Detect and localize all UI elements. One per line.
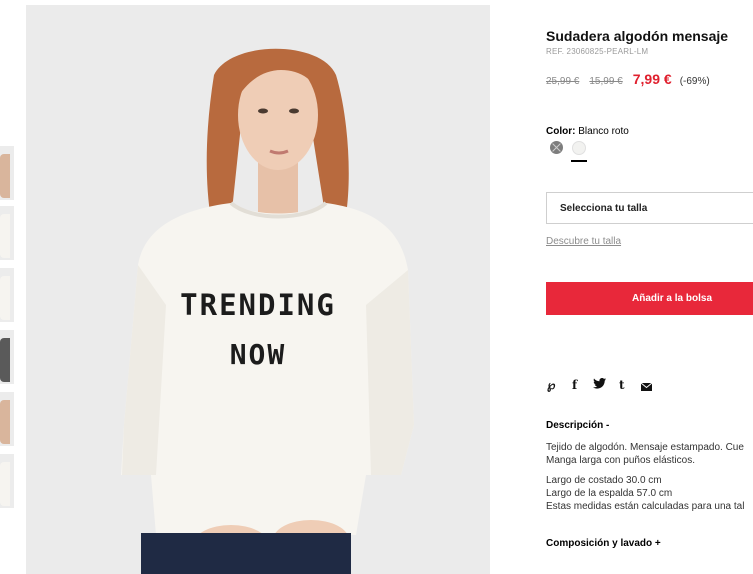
discount-badge: (-69%) <box>679 76 710 87</box>
thumbnail-figure <box>0 214 10 258</box>
thumbnail-figure <box>0 462 10 506</box>
description-heading[interactable]: Descripción - <box>546 420 609 431</box>
color-value: Blanco roto <box>578 126 629 137</box>
color-swatch-grey[interactable] <box>550 141 563 154</box>
color-label: Color: <box>546 126 576 137</box>
color-swatch-white[interactable] <box>572 141 586 155</box>
product-ref: REF. 23060825-PEARL-LM <box>546 47 649 56</box>
add-to-bag-label: Añadir a la bolsa <box>631 293 713 304</box>
twitter-glyph <box>593 378 606 389</box>
tumblr-icon[interactable]: t <box>619 378 625 392</box>
price-row: 25,99 € 15,99 € 7,99 € (-69%) <box>546 71 710 89</box>
email-icon[interactable] <box>640 380 653 394</box>
sweater-print-line1: TRENDING <box>180 288 336 322</box>
thumbnail-6[interactable] <box>0 454 14 508</box>
size-select-label: Selecciona tu talla <box>560 203 648 214</box>
size-select[interactable]: Selecciona tu talla <box>546 192 753 224</box>
measurements-text: Largo de costado 30.0 cm Largo de la esp… <box>546 474 744 513</box>
composition-heading[interactable]: Composición y lavado + <box>546 538 661 549</box>
email-glyph <box>640 382 653 391</box>
thumbnail-figure <box>0 154 10 198</box>
thumbnail-figure <box>0 338 10 382</box>
price-original: 25,99 € <box>546 76 580 87</box>
thumbnail-4[interactable] <box>0 330 14 384</box>
twitter-icon[interactable] <box>593 378 606 392</box>
facebook-icon[interactable]: f <box>572 378 577 392</box>
measure-line1: Largo de costado 30.0 cm <box>546 475 662 486</box>
add-to-bag-button[interactable]: Añadir a la bolsa <box>546 282 753 315</box>
thumbnail-3[interactable] <box>0 268 14 322</box>
description-text: Tejido de algodón. Mensaje estampado. Cu… <box>546 441 744 467</box>
pinterest-icon[interactable]: ℘ <box>547 378 555 392</box>
description-line2: Manga larga con puños elásticos. <box>546 455 695 466</box>
sweater-print-line2: NOW <box>229 338 287 371</box>
thumbnail-1[interactable] <box>0 146 14 200</box>
product-main-image[interactable]: TRENDING NOW <box>26 5 490 574</box>
size-guide-link[interactable]: Descubre tu talla <box>546 236 621 247</box>
price-current: 7,99 € <box>632 71 672 87</box>
thumbnail-5[interactable] <box>0 392 14 446</box>
description-line1: Tejido de algodón. Mensaje estampado. Cu… <box>546 442 744 453</box>
thumbnail-figure <box>0 400 10 444</box>
color-row: Color: Blanco roto <box>546 126 629 137</box>
price-previous: 15,99 € <box>589 76 623 87</box>
selected-swatch-indicator <box>571 160 587 162</box>
measure-line2: Largo de la espalda 57.0 cm <box>546 488 673 499</box>
product-title: Sudadera algodón mensaje <box>546 28 729 44</box>
thumbnail-2[interactable] <box>0 206 14 260</box>
thumbnail-figure <box>0 276 10 320</box>
measure-line3: Estas medidas están calculadas para una … <box>546 501 745 512</box>
